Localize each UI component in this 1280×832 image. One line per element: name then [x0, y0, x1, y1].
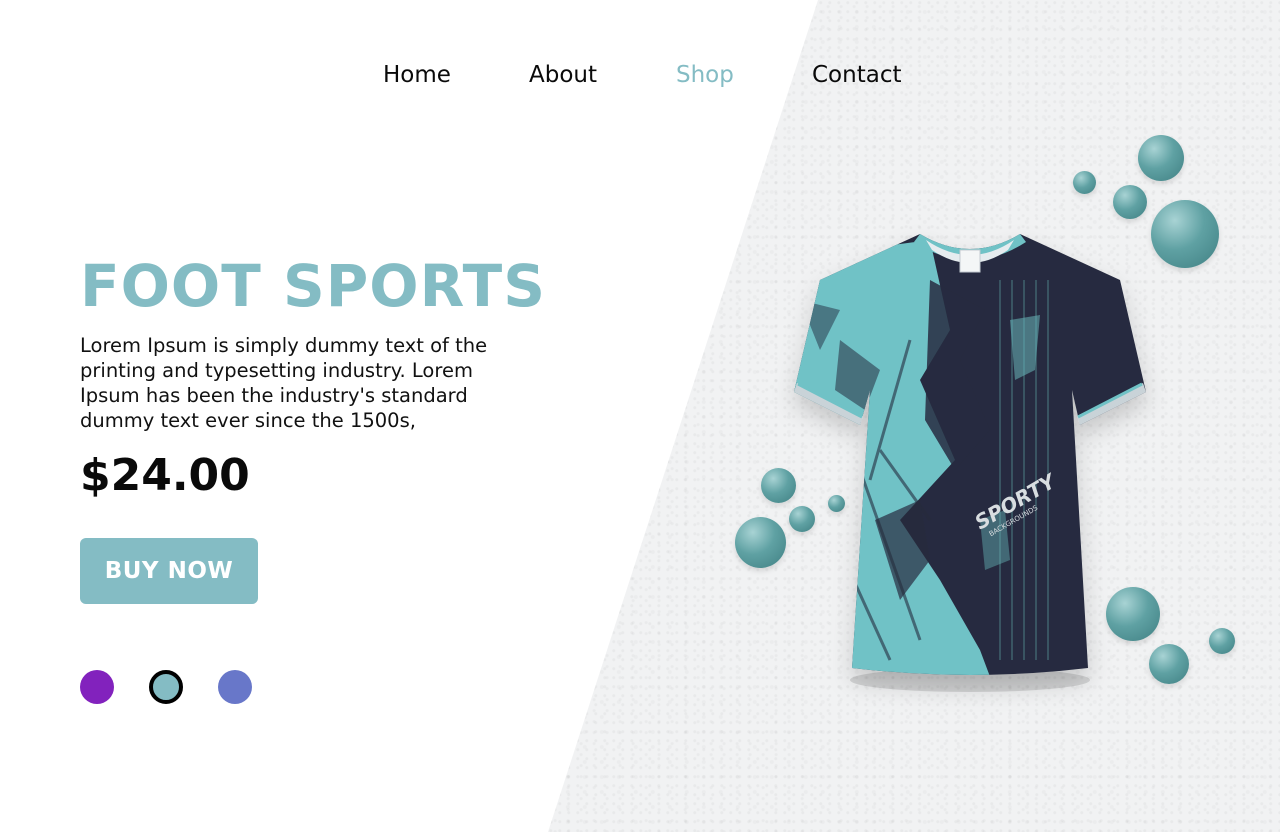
decor-bubble	[1073, 171, 1096, 194]
nav-contact[interactable]: Contact	[812, 62, 901, 88]
jersey-illustration: SPORTY BACKGROUNDS	[794, 234, 1146, 692]
nav-about[interactable]: About	[529, 62, 597, 88]
color-swatch-blue[interactable]	[218, 670, 252, 704]
product-description: Lorem Ipsum is simply dummy text of the …	[80, 334, 488, 432]
decor-bubble	[735, 517, 786, 568]
decor-bubble	[1151, 200, 1219, 268]
product-title: FOOT SPORTS	[80, 252, 546, 320]
decor-bubble	[1113, 185, 1147, 219]
buy-now-button[interactable]: BUY NOW	[80, 538, 258, 604]
nav-shop[interactable]: Shop	[676, 62, 734, 88]
nav-home[interactable]: Home	[383, 62, 451, 88]
color-swatch-teal-selected[interactable]	[149, 670, 183, 704]
product-price: $24.00	[80, 450, 250, 501]
color-swatch-purple[interactable]	[80, 670, 114, 704]
decor-bubble	[1209, 628, 1235, 654]
decor-bubble	[1138, 135, 1184, 181]
product-jersey-image: SPORTY BACKGROUNDS	[780, 220, 1160, 710]
main-nav: Home About Shop Contact	[0, 62, 1280, 94]
